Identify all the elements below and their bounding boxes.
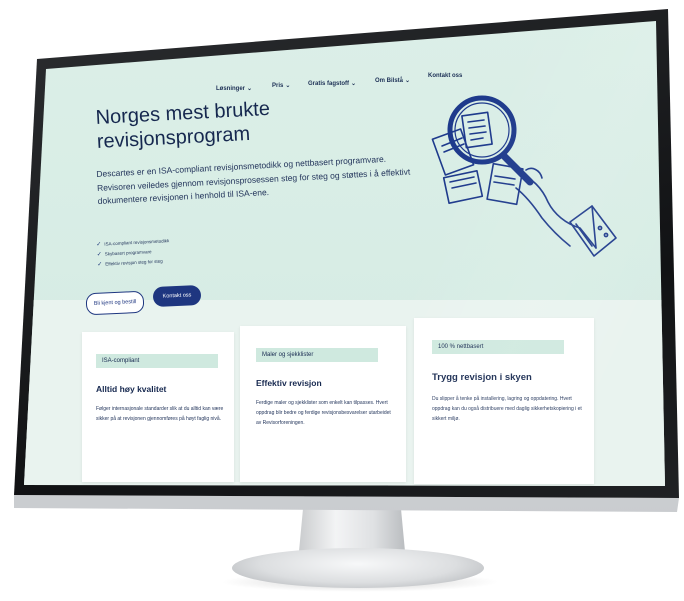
card-tag: 100 % nettbasert: [432, 340, 564, 354]
card-title: Alltid høy kvalitet: [96, 384, 167, 394]
contact-button[interactable]: Kontakt oss: [152, 284, 202, 308]
monitor-photo: Løsninger ⌄ Pris ⌄ Gratis fagstoff ⌄ Om Bil…: [0, 0, 684, 601]
chevron-down-icon: ⌄: [247, 86, 253, 92]
hero-description: Descartes er en ISA-compliant revisjonsm…: [96, 153, 411, 206]
feature-checklist: ✓ ISA-compliant revisjonsmetodikk ✓ Skybas…: [96, 236, 171, 270]
feature-card-quality: ISA-compliant Alltid høy kvalitet Følger…: [82, 332, 234, 482]
card-text: Du slipper å tenke på installering, lagr…: [432, 396, 582, 422]
chevron-down-icon: ⌄: [351, 81, 357, 87]
card-title: Trygg revisjon i skyen: [432, 372, 532, 383]
nav-item-om[interactable]: Om Bilstå ⌄: [375, 77, 410, 84]
chevron-down-icon: ⌄: [405, 78, 411, 84]
nav-item-fagstoff[interactable]: Gratis fagstoff ⌄: [308, 80, 356, 87]
chevron-down-icon: ⌄: [285, 83, 291, 89]
card-tag: ISA-compliant: [96, 354, 218, 368]
learn-more-button[interactable]: Bli kjent og bestill: [85, 290, 145, 316]
card-tag: Maler og sjekklister: [256, 348, 378, 362]
feature-card-efficiency: Maler og sjekklister Effektiv revisjon F…: [240, 326, 406, 482]
check-icon: ✓: [96, 251, 102, 258]
hand-magnifying-glass-icon: [431, 95, 617, 257]
check-icon: ✓: [96, 241, 102, 248]
card-text: Følger internasjonale standarder slik at…: [96, 406, 224, 422]
monitor-stand-base: [232, 548, 484, 588]
nav-item-losninger[interactable]: Løsninger ⌄: [216, 85, 252, 92]
feature-card-cloud: 100 % nettbasert Trygg revisjon i skyen …: [414, 318, 594, 484]
check-icon: ✓: [97, 261, 103, 268]
nav-item-pris[interactable]: Pris ⌄: [272, 82, 290, 89]
hero-title: Norges mest brukte revisjonsprogram: [95, 97, 272, 154]
card-title: Effektiv revisjon: [256, 378, 322, 388]
card-text: Ferdige maler og sjekklister som enkelt …: [256, 400, 391, 426]
